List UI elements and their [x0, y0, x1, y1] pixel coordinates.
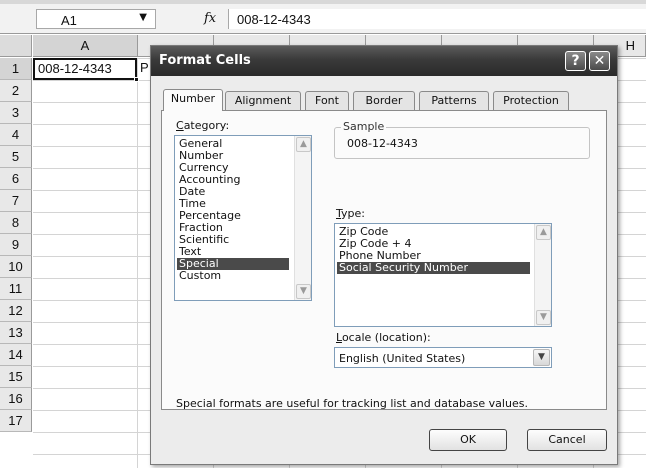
row-header[interactable]: 17 — [0, 410, 32, 432]
list-item-selected[interactable]: Social Security Number — [337, 262, 530, 274]
fill-handle[interactable] — [134, 77, 139, 82]
row-header[interactable]: 1 — [0, 58, 32, 80]
locale-value: English (United States) — [339, 352, 466, 365]
row-header[interactable]: 2 — [0, 80, 32, 102]
scroll-down-icon[interactable]: ▼ — [536, 310, 551, 325]
row-header[interactable]: 11 — [0, 278, 32, 300]
row-header[interactable]: 7 — [0, 190, 32, 212]
locale-label: Locale (location): — [336, 331, 431, 344]
locale-select[interactable]: English (United States) ▼ — [334, 347, 552, 368]
row-header[interactable]: 16 — [0, 388, 32, 410]
cancel-button[interactable]: Cancel — [527, 429, 607, 451]
name-box[interactable]: A1 ▼ — [36, 9, 156, 29]
list-item[interactable]: Custom — [177, 270, 221, 282]
formula-bar: A1 ▼ fx 008-12-4343 — [0, 0, 646, 34]
category-scrollbar[interactable]: ▲ ▼ — [294, 136, 311, 300]
scroll-up-icon[interactable]: ▲ — [296, 137, 311, 152]
category-label: Category: — [176, 119, 230, 132]
chevron-down-icon[interactable]: ▼ — [533, 349, 550, 366]
dialog-title: Format Cells — [159, 53, 251, 68]
format-description: Special formats are useful for tracking … — [176, 397, 528, 410]
type-list[interactable]: Zip Code Zip Code + 4 Phone Number Socia… — [334, 223, 552, 327]
dialog-titlebar[interactable]: Format Cells ? ✕ — [151, 46, 617, 76]
row-header[interactable]: 3 — [0, 102, 32, 124]
select-all-corner[interactable] — [0, 35, 32, 57]
help-button[interactable]: ? — [565, 51, 586, 71]
sample-group: Sample 008-12-4343 — [334, 120, 590, 159]
ok-button[interactable]: OK — [429, 429, 507, 451]
scroll-down-icon[interactable]: ▼ — [296, 284, 311, 299]
sample-value: 008-12-4343 — [347, 137, 418, 150]
formula-input[interactable]: 008-12-4343 — [228, 9, 646, 29]
number-tab-panel: Category: General Number Currency Accoun… — [161, 110, 607, 410]
row-header[interactable]: 15 — [0, 366, 32, 388]
row-header[interactable]: 5 — [0, 146, 32, 168]
row-header[interactable]: 4 — [0, 124, 32, 146]
sample-legend: Sample — [341, 120, 387, 133]
tab-number[interactable]: Number — [163, 89, 223, 111]
formula-value: 008-12-4343 — [237, 12, 311, 27]
chevron-down-icon[interactable]: ▼ — [139, 12, 147, 23]
name-box-value: A1 — [61, 13, 77, 28]
column-header-a[interactable]: A — [33, 35, 138, 57]
type-scrollbar[interactable]: ▲ ▼ — [534, 224, 551, 326]
close-button[interactable]: ✕ — [589, 51, 610, 71]
tab-patterns[interactable]: Patterns — [419, 91, 489, 110]
tab-alignment[interactable]: Alignment — [225, 91, 301, 110]
toolbar-edge — [0, 0, 646, 4]
cell-b1-value: P — [140, 60, 149, 75]
type-label: Type: — [336, 207, 365, 220]
row-header[interactable]: 14 — [0, 344, 32, 366]
row-header[interactable]: 10 — [0, 256, 32, 278]
cell-a1[interactable]: 008-12-4343 — [33, 58, 139, 82]
row-header[interactable]: 6 — [0, 168, 32, 190]
row-header[interactable]: 9 — [0, 234, 32, 256]
row-header[interactable]: 8 — [0, 212, 32, 234]
format-cells-dialog: Format Cells ? ✕ Number Alignment Font B… — [150, 45, 618, 465]
function-icon[interactable]: fx — [204, 11, 216, 26]
tab-protection[interactable]: Protection — [493, 91, 569, 110]
cell-a1-value: 008-12-4343 — [38, 61, 112, 76]
scroll-up-icon[interactable]: ▲ — [536, 225, 551, 240]
gridline — [137, 58, 138, 468]
row-header[interactable]: 12 — [0, 300, 32, 322]
category-list[interactable]: General Number Currency Accounting Date … — [174, 135, 312, 301]
tab-font[interactable]: Font — [305, 91, 349, 110]
row-header[interactable]: 13 — [0, 322, 32, 344]
tab-border[interactable]: Border — [353, 91, 415, 110]
